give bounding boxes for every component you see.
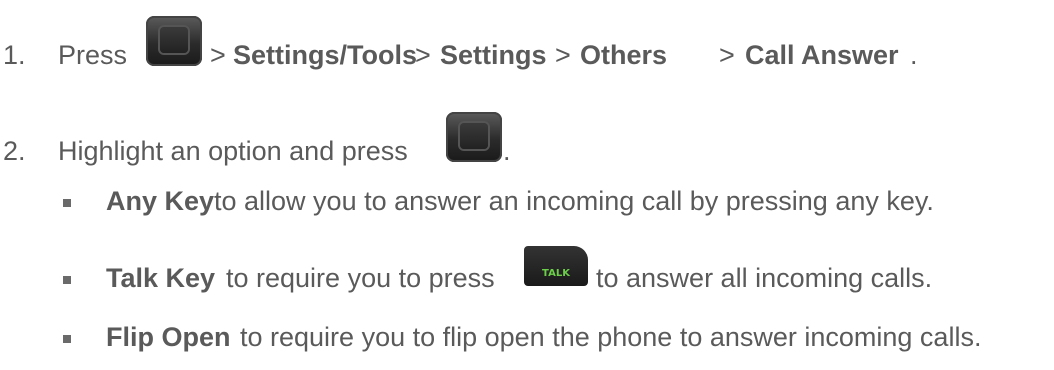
step-1-sep-4: > [719, 40, 735, 70]
bullet-icon [63, 199, 71, 207]
step-2-text: Highlight an option and press [58, 136, 408, 166]
step-2-number: 2. [3, 136, 26, 166]
option-desc-before: to require you to press [226, 263, 495, 293]
step-1: 1. Press > Settings/Tools > Settings > O… [0, 16, 1054, 76]
menu-ok-key-icon [146, 16, 202, 66]
bullet-icon [63, 276, 71, 284]
option-name: Flip Open [106, 322, 231, 352]
step-1-settings: Settings [440, 40, 547, 70]
step-1-settings-tools: Settings/Tools [233, 40, 418, 70]
option-any-key: Any Key to allow you to answer an incomi… [0, 182, 1054, 222]
option-name: Any Key [106, 186, 215, 216]
step-1-press: Press [58, 40, 128, 70]
talk-key-icon: TALK [524, 246, 588, 286]
option-desc: to require you to flip open the phone to… [240, 322, 982, 352]
option-desc: to allow you to answer an incoming call … [214, 186, 934, 216]
option-flip-open: Flip Open to require you to flip open th… [0, 318, 1054, 358]
bullet-icon [63, 335, 71, 343]
option-talk-key: Talk Key to require you to press TALK to… [0, 246, 1054, 296]
menu-ok-key-icon [446, 112, 502, 162]
step-2-period: . [503, 136, 511, 166]
step-1-others: Others [580, 40, 668, 70]
step-1-sep-2: > [415, 40, 431, 70]
option-desc-after: to answer all incoming calls. [596, 263, 933, 293]
step-1-number: 1. [3, 40, 26, 70]
talk-key-label: TALK [542, 268, 570, 279]
step-1-call-answer: Call Answer [745, 40, 899, 70]
step-1-sep-1: > [210, 40, 226, 70]
step-2: 2. Highlight an option and press . [0, 112, 1054, 172]
step-1-sep-3: > [555, 40, 571, 70]
step-1-period: . [910, 40, 918, 70]
option-name: Talk Key [106, 263, 216, 293]
